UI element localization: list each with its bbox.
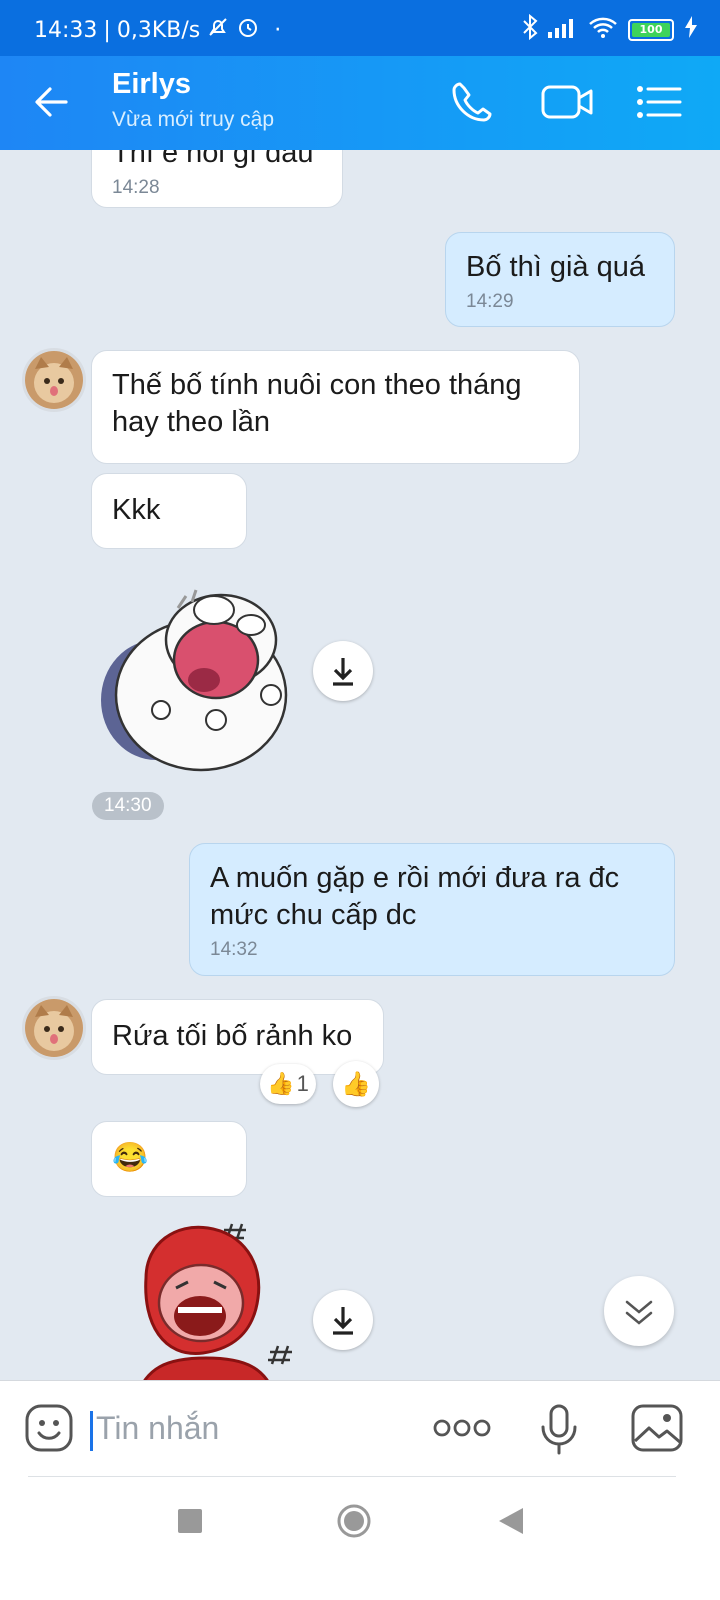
- message-time: 14:29: [466, 291, 514, 312]
- emoji-button[interactable]: [24, 1403, 74, 1453]
- message-time: 14:28: [112, 177, 160, 198]
- video-call-icon: [541, 85, 593, 119]
- thumbs-up-icon: 👍: [267, 1071, 295, 1096]
- scroll-to-bottom-button[interactable]: [604, 1276, 674, 1346]
- contact-name[interactable]: Eirlys: [112, 68, 191, 101]
- contact-status: Vừa mới truy cập: [112, 108, 275, 131]
- input-placeholder: Tin nhắn: [96, 1410, 220, 1446]
- back-nav-button[interactable]: [497, 1506, 525, 1536]
- message-list[interactable]: Thì e nói gì đâu 14:28 Bố thì già quá 14…: [0, 150, 720, 1410]
- more-icon: [433, 1419, 491, 1437]
- scroll-down-icon: [625, 1300, 653, 1325]
- image-icon: [631, 1404, 683, 1452]
- recent-apps-button[interactable]: [177, 1508, 203, 1534]
- status-dot: ·: [274, 17, 282, 43]
- back-arrow-icon: [35, 87, 68, 117]
- message-bubble[interactable]: Thì e nói gì đâu 14:28: [91, 150, 343, 208]
- message-text: A muốn gặp e rồi mới đưa ra đc mức chu c…: [210, 862, 620, 931]
- mute-icon: [206, 15, 230, 45]
- message-text: 😂: [112, 1142, 149, 1174]
- phone-icon: [452, 82, 492, 122]
- menu-list-icon: [637, 86, 682, 118]
- message-text: Thế bố tính nuôi con theo tháng hay theo…: [112, 369, 522, 438]
- message-bubble[interactable]: 😂: [91, 1121, 247, 1197]
- message-text: Thì e nói gì đâu: [112, 150, 314, 169]
- reaction-count-badge[interactable]: 👍 1: [260, 1064, 316, 1104]
- status-speed: 0,3KB/s: [116, 17, 201, 43]
- battery-level: 100: [632, 23, 670, 37]
- download-icon: [333, 1307, 353, 1335]
- message-text: Kkk: [112, 494, 161, 526]
- message-time: 14:32: [210, 939, 258, 960]
- video-call-button[interactable]: [540, 78, 596, 126]
- message-bubble[interactable]: Rứa tối bố rảnh ko: [91, 999, 384, 1075]
- message-bubble-mine[interactable]: A muốn gặp e rồi mới đưa ra đc mức chu c…: [189, 843, 675, 976]
- message-input-bar: Tin nhắn: [0, 1380, 720, 1477]
- status-right: 100: [522, 13, 698, 46]
- wifi-icon: [588, 16, 618, 44]
- message-text: Rứa tối bố rảnh ko: [112, 1020, 353, 1052]
- thumbs-up-icon: 👍: [341, 1070, 371, 1098]
- home-button[interactable]: [336, 1503, 372, 1539]
- microphone-icon: [541, 1404, 577, 1455]
- white-cat-laughing-sticker: [101, 589, 288, 772]
- back-nav-icon: [499, 1508, 523, 1534]
- charging-icon: [684, 16, 698, 44]
- recent-apps-icon: [178, 1509, 202, 1533]
- status-left: 14:33 | 0,3KB/s ·: [34, 15, 281, 45]
- chat-header: Eirlys Vừa mới truy cập: [0, 56, 720, 150]
- voice-record-button[interactable]: [537, 1403, 581, 1457]
- menu-button[interactable]: [634, 78, 684, 126]
- status-time: 14:33: [34, 17, 98, 43]
- react-button[interactable]: 👍: [333, 1061, 379, 1107]
- home-icon: [337, 1504, 371, 1538]
- message-bubble[interactable]: Kkk: [91, 473, 247, 549]
- image-picker-button[interactable]: [630, 1403, 684, 1453]
- message-text: Bố thì già quá: [466, 251, 645, 283]
- system-nav-bar: [0, 1476, 720, 1600]
- message-time-pill: 14:30: [92, 792, 164, 820]
- alarm-icon: [236, 15, 260, 45]
- download-icon: [333, 658, 353, 686]
- message-input[interactable]: Tin nhắn: [90, 1403, 410, 1453]
- divider: [28, 1476, 676, 1477]
- back-button[interactable]: [30, 80, 74, 124]
- bluetooth-icon: [522, 13, 538, 46]
- reaction-count: 1: [296, 1071, 309, 1096]
- emoji-icon: [25, 1404, 73, 1452]
- status-separator: |: [103, 17, 111, 43]
- sticker-message[interactable]: [96, 580, 296, 775]
- download-button[interactable]: [313, 1290, 373, 1350]
- contact-avatar[interactable]: [22, 348, 86, 412]
- signal-icon: [548, 16, 578, 44]
- call-button[interactable]: [448, 78, 496, 126]
- contact-avatar[interactable]: [22, 996, 86, 1060]
- message-bubble[interactable]: Thế bố tính nuôi con theo tháng hay theo…: [91, 350, 580, 464]
- text-caret: [90, 1410, 93, 1451]
- battery-icon: 100: [628, 19, 674, 41]
- message-bubble-mine[interactable]: Bố thì già quá 14:29: [445, 232, 675, 327]
- more-options-button[interactable]: [432, 1411, 492, 1445]
- download-button[interactable]: [313, 641, 373, 701]
- status-bar: 14:33 | 0,3KB/s · 100: [0, 0, 720, 56]
